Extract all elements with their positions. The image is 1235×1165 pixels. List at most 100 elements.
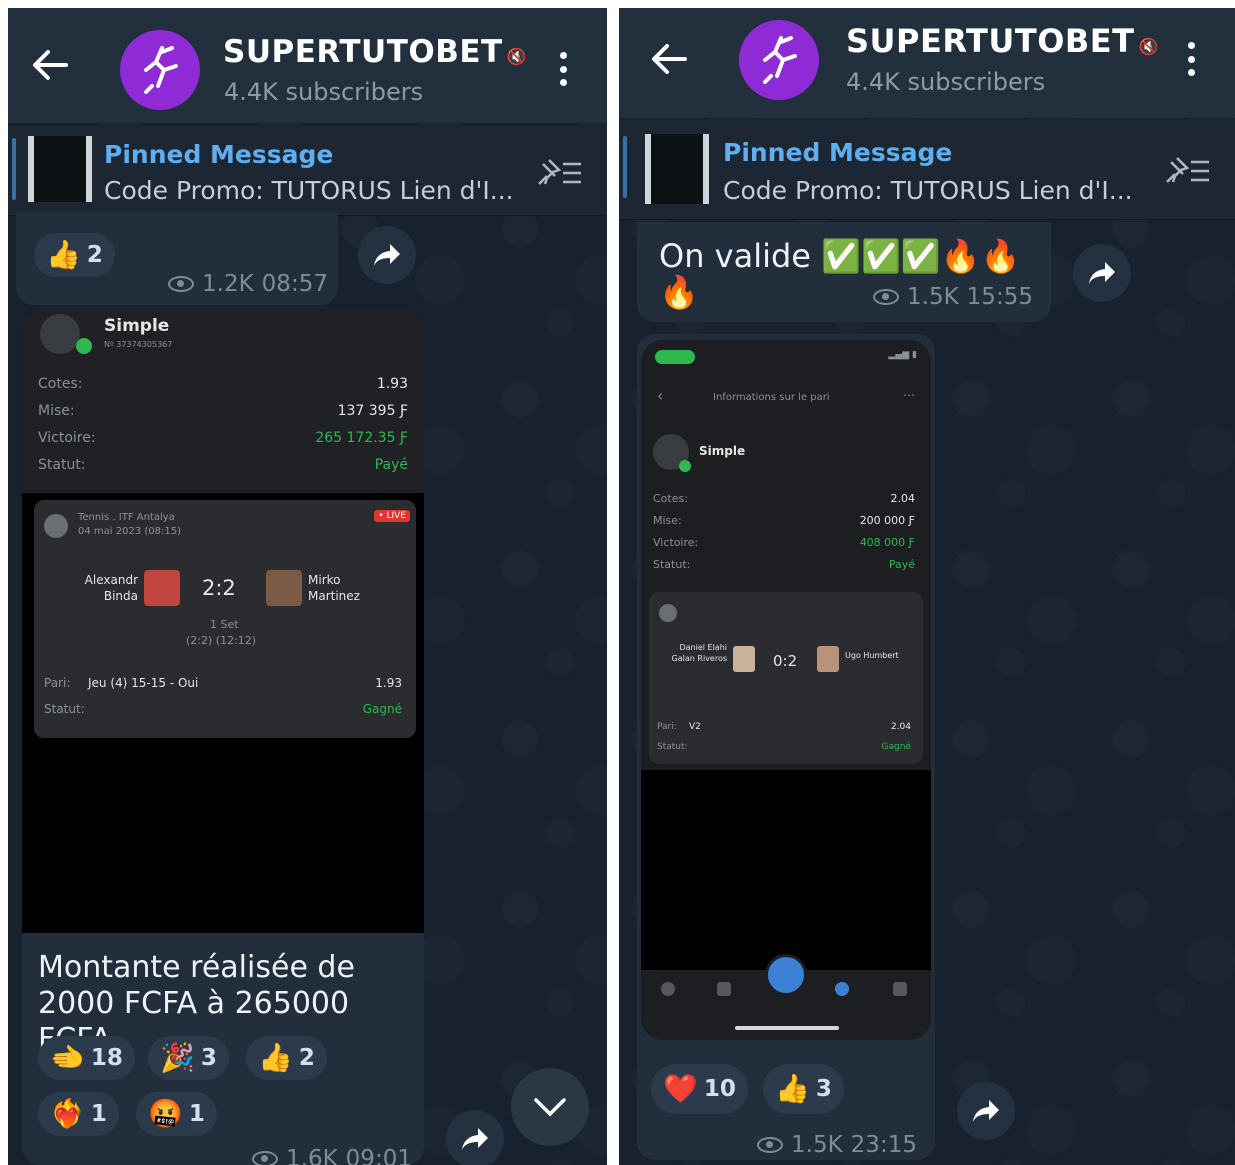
subscriber-count: 4.4K subscribers: [846, 68, 1046, 96]
nav-icon-2: [717, 982, 731, 996]
verified-check-icon: [679, 460, 691, 472]
phone-bottom-nav: [641, 954, 931, 1040]
forward-icon: [374, 244, 400, 266]
player1-photo: [733, 646, 755, 672]
stake-value: 200 000 Ƒ: [859, 514, 915, 527]
set-label: 1 Set: [210, 618, 239, 631]
more-vert-icon[interactable]: [558, 52, 568, 86]
message-meta: 1.5K 23:15: [757, 1132, 917, 1158]
mute-icon: 🔇: [506, 47, 528, 66]
reaction-emoji: 👍: [46, 238, 81, 271]
pari-value: Jeu (4) 15-15 - Oui: [88, 676, 199, 690]
back-arrow-icon[interactable]: [30, 48, 70, 82]
channel-avatar[interactable]: [739, 20, 819, 100]
message-time: 15:55: [966, 284, 1033, 310]
phone-screenshot[interactable]: ▂▄▆ ▮ ‹ Informations sur le pari ⋯ Simpl…: [641, 340, 931, 1040]
win-value: 408 000 Ƒ: [859, 536, 915, 549]
reaction-emoji: ❤️: [663, 1072, 698, 1105]
win-value: 265 172.35 Ƒ: [315, 430, 408, 446]
odds-value: 2.04: [890, 492, 916, 505]
bet-type: Simple: [104, 316, 170, 336]
bet-screenshot[interactable]: Simple Nº 37374305367 Cotes: 1.93 Mise: …: [22, 308, 424, 933]
forward-button[interactable]: [358, 226, 416, 284]
status-value: Payé: [374, 457, 408, 473]
win-label: Victoire:: [653, 536, 699, 549]
verified-check-icon: [76, 338, 92, 354]
channel-avatar[interactable]: [120, 30, 200, 110]
message-bubble[interactable]: On valide ✅✅✅🔥🔥🔥 1.5K 15:55: [637, 222, 1051, 322]
message-bubble-photo[interactable]: Simple Nº 37374305367 Cotes: 1.93 Mise: …: [22, 308, 424, 1165]
pin-list-icon[interactable]: [1163, 154, 1213, 188]
tennis-ball-icon: [40, 314, 80, 354]
pari-odds: 2.04: [890, 722, 911, 732]
odds-label: Cotes:: [38, 376, 83, 392]
view-count: 1.6K: [286, 1146, 338, 1165]
player1-name: Alexandr Binda: [84, 573, 138, 603]
more-vert-icon[interactable]: [1186, 42, 1196, 76]
reaction-thumbs-up[interactable]: 👍 2: [34, 233, 115, 277]
reaction-count: 3: [200, 1045, 217, 1071]
reaction-3[interactable]: ❤️‍🔥 1: [38, 1092, 119, 1136]
pinned-message-bar[interactable]: Pinned Message Code Promo: TUTORUS Lien …: [8, 126, 607, 216]
eye-icon: [873, 289, 899, 305]
match-status-label: Statut:: [657, 742, 688, 752]
set-detail: (2:2) (12:12): [186, 634, 257, 647]
channel-title[interactable]: SUPERTUTOBET 🔇: [223, 34, 527, 70]
message-bubble[interactable]: 👍 2 1.2K 08:57: [16, 213, 338, 305]
forward-button[interactable]: [1073, 244, 1131, 302]
stake-label: Mise:: [38, 403, 75, 419]
ticket-number: Nº 37374305367: [104, 340, 173, 349]
reaction-0[interactable]: 🫲 18: [38, 1036, 135, 1080]
nav-icon-1: [661, 982, 675, 996]
left-screenshot: SUPERTUTOBET 🔇 4.4K subscribers Pinned Me…: [8, 8, 607, 1165]
message-time: 23:15: [850, 1132, 917, 1158]
subscriber-count: 4.4K subscribers: [224, 78, 424, 106]
tennis-icon: [44, 514, 68, 538]
status-label: Statut:: [653, 558, 691, 571]
forward-button[interactable]: [446, 1110, 504, 1165]
pinned-title: Pinned Message: [723, 138, 953, 167]
live-score: 0:2: [773, 652, 798, 670]
league-name: Tennis . ITF Antalya: [78, 512, 175, 523]
back-arrow-icon[interactable]: [649, 42, 689, 76]
channel-name: SUPERTUTOBET: [223, 34, 503, 70]
pinned-text: Code Promo: TUTORUS Lien d'I...: [723, 176, 1133, 205]
bet-summary: Simple Nº 37374305367 Cotes: 1.93 Mise: …: [22, 308, 424, 493]
forward-icon: [1089, 262, 1115, 284]
message-meta: 1.6K 09:01: [252, 1146, 412, 1165]
player2-photo: [266, 570, 302, 606]
match-card: Tennis . ITF Antalya 04 mai 2023 (08:15)…: [34, 500, 416, 738]
reaction-2[interactable]: 👍 2: [246, 1036, 327, 1080]
channel-title[interactable]: SUPERTUTOBET 🔇: [846, 22, 1159, 60]
pari-label: Pari:: [657, 722, 677, 732]
player2-photo: [817, 646, 839, 672]
reaction-count: 18: [90, 1045, 123, 1071]
reaction-count: 2: [298, 1045, 315, 1071]
pin-indicator: [12, 138, 16, 200]
message-bubble-photo[interactable]: ▂▄▆ ▮ ‹ Informations sur le pari ⋯ Simpl…: [637, 334, 935, 1160]
mute-icon: 🔇: [1138, 37, 1159, 56]
bet-type: Simple: [699, 444, 746, 458]
reaction-4[interactable]: 🤬 1: [136, 1092, 217, 1136]
pari-odds: 1.93: [375, 676, 402, 690]
status-value: Payé: [888, 558, 915, 571]
forward-icon: [462, 1128, 488, 1150]
reaction-count: 1: [90, 1101, 107, 1127]
pin-list-icon[interactable]: [535, 156, 585, 190]
pinned-message-bar[interactable]: Pinned Message Code Promo: TUTORUS Lien …: [619, 120, 1235, 220]
scroll-down-button[interactable]: [511, 1068, 589, 1146]
runner-logo-icon: [763, 36, 797, 84]
eye-icon: [757, 1137, 783, 1153]
match-status-value: Gagné: [881, 742, 911, 752]
match-date: 04 mai 2023 (08:15): [78, 526, 181, 537]
reaction-0[interactable]: ❤️ 10: [651, 1064, 748, 1114]
message-meta: 1.5K 15:55: [873, 284, 1033, 310]
reaction-1[interactable]: 👍 3: [763, 1064, 844, 1114]
match-status-label: Statut:: [44, 702, 85, 716]
pari-value: V2: [689, 722, 701, 732]
reaction-1[interactable]: 🎉 3: [148, 1036, 229, 1080]
call-indicator: [655, 350, 695, 364]
tennis-icon: [659, 604, 677, 622]
reaction-emoji: 🫲: [50, 1041, 85, 1074]
forward-button[interactable]: [957, 1082, 1015, 1140]
